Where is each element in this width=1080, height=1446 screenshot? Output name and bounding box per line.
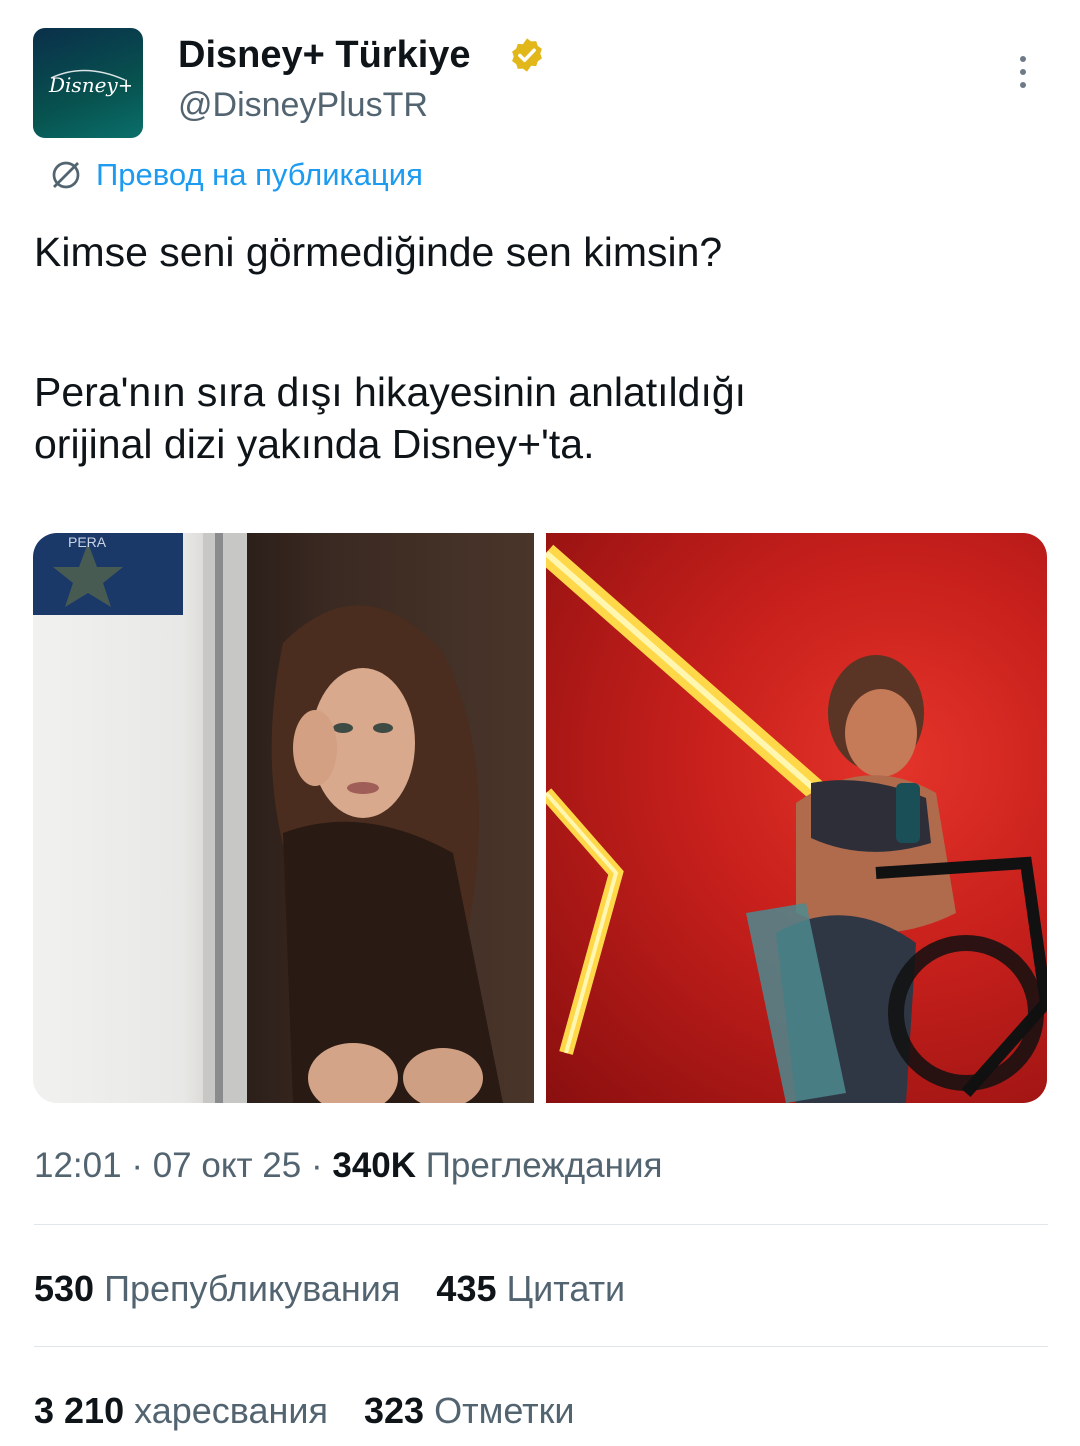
media-grid: PERA <box>33 533 1047 1103</box>
tweet-time[interactable]: 12:01 <box>34 1146 122 1185</box>
reposts-count: 530 <box>34 1268 95 1309</box>
quotes-count: 435 <box>436 1268 497 1309</box>
views-label: Преглеждания <box>425 1146 663 1185</box>
verified-badge-icon <box>512 38 542 72</box>
divider <box>34 1224 1048 1225</box>
bookmarks-stat[interactable]: 323 Отметки <box>364 1390 575 1432</box>
poster-sign-text: PERA <box>68 534 107 550</box>
likes-stat[interactable]: 3 210 харесвания <box>34 1390 328 1432</box>
handle[interactable]: @DisneyPlusTR <box>178 86 428 125</box>
tweet-line-3: orijinal dizi yakında Disney+'ta. <box>34 421 595 467</box>
translate-label: Превод на публикация <box>96 157 423 192</box>
more-options-button[interactable] <box>1006 50 1040 94</box>
more-dot-icon <box>1020 69 1026 75</box>
likes-label: харесвания <box>134 1390 328 1431</box>
tweet-line-2: Pera'nın sıra dışı hikayesinin anlatıldı… <box>34 369 747 415</box>
quotes-stat[interactable]: 435 Цитати <box>436 1268 625 1310</box>
photo-portrait-illustration: PERA <box>33 533 503 1103</box>
translate-post-link[interactable]: Превод на публикация <box>48 152 423 198</box>
media-photo-2[interactable] <box>546 533 1047 1103</box>
reposts-label: Препубликувания <box>104 1268 401 1309</box>
more-dot-icon <box>1020 82 1026 88</box>
meta-separator: · <box>310 1146 323 1185</box>
tweet-meta: 12:01 · 07 окт 25 · 340K Преглеждания <box>34 1146 662 1186</box>
disney-plus-logo: Disney+ <box>48 69 131 97</box>
views-count: 340K <box>332 1146 417 1185</box>
likes-count: 3 210 <box>34 1390 125 1431</box>
more-dot-icon <box>1020 56 1026 62</box>
meta-separator: · <box>131 1146 143 1185</box>
globe-slash-icon <box>52 161 80 189</box>
tweet-text: Kimse seni görmediğinde sen kimsin? Pera… <box>34 226 1044 470</box>
stats-row-1: 530 Препубликувания 435 Цитати <box>34 1268 625 1310</box>
avatar[interactable]: Disney+ <box>33 28 143 138</box>
tweet-date[interactable]: 07 окт 25 <box>153 1146 302 1185</box>
bookmarks-count: 323 <box>364 1390 425 1431</box>
quotes-label: Цитати <box>506 1268 626 1309</box>
reposts-stat[interactable]: 530 Препубликувания <box>34 1268 400 1310</box>
tweet-line-1: Kimse seni görmediğinde sen kimsin? <box>34 229 723 275</box>
display-name[interactable]: Disney+ Türkiye <box>178 34 471 77</box>
media-photo-1[interactable]: PERA <box>33 533 534 1103</box>
photo-cycling-illustration <box>546 544 1047 1103</box>
bookmarks-label: Отметки <box>434 1390 575 1431</box>
divider <box>34 1346 1048 1347</box>
stats-row-2: 3 210 харесвания 323 Отметки <box>34 1390 575 1432</box>
